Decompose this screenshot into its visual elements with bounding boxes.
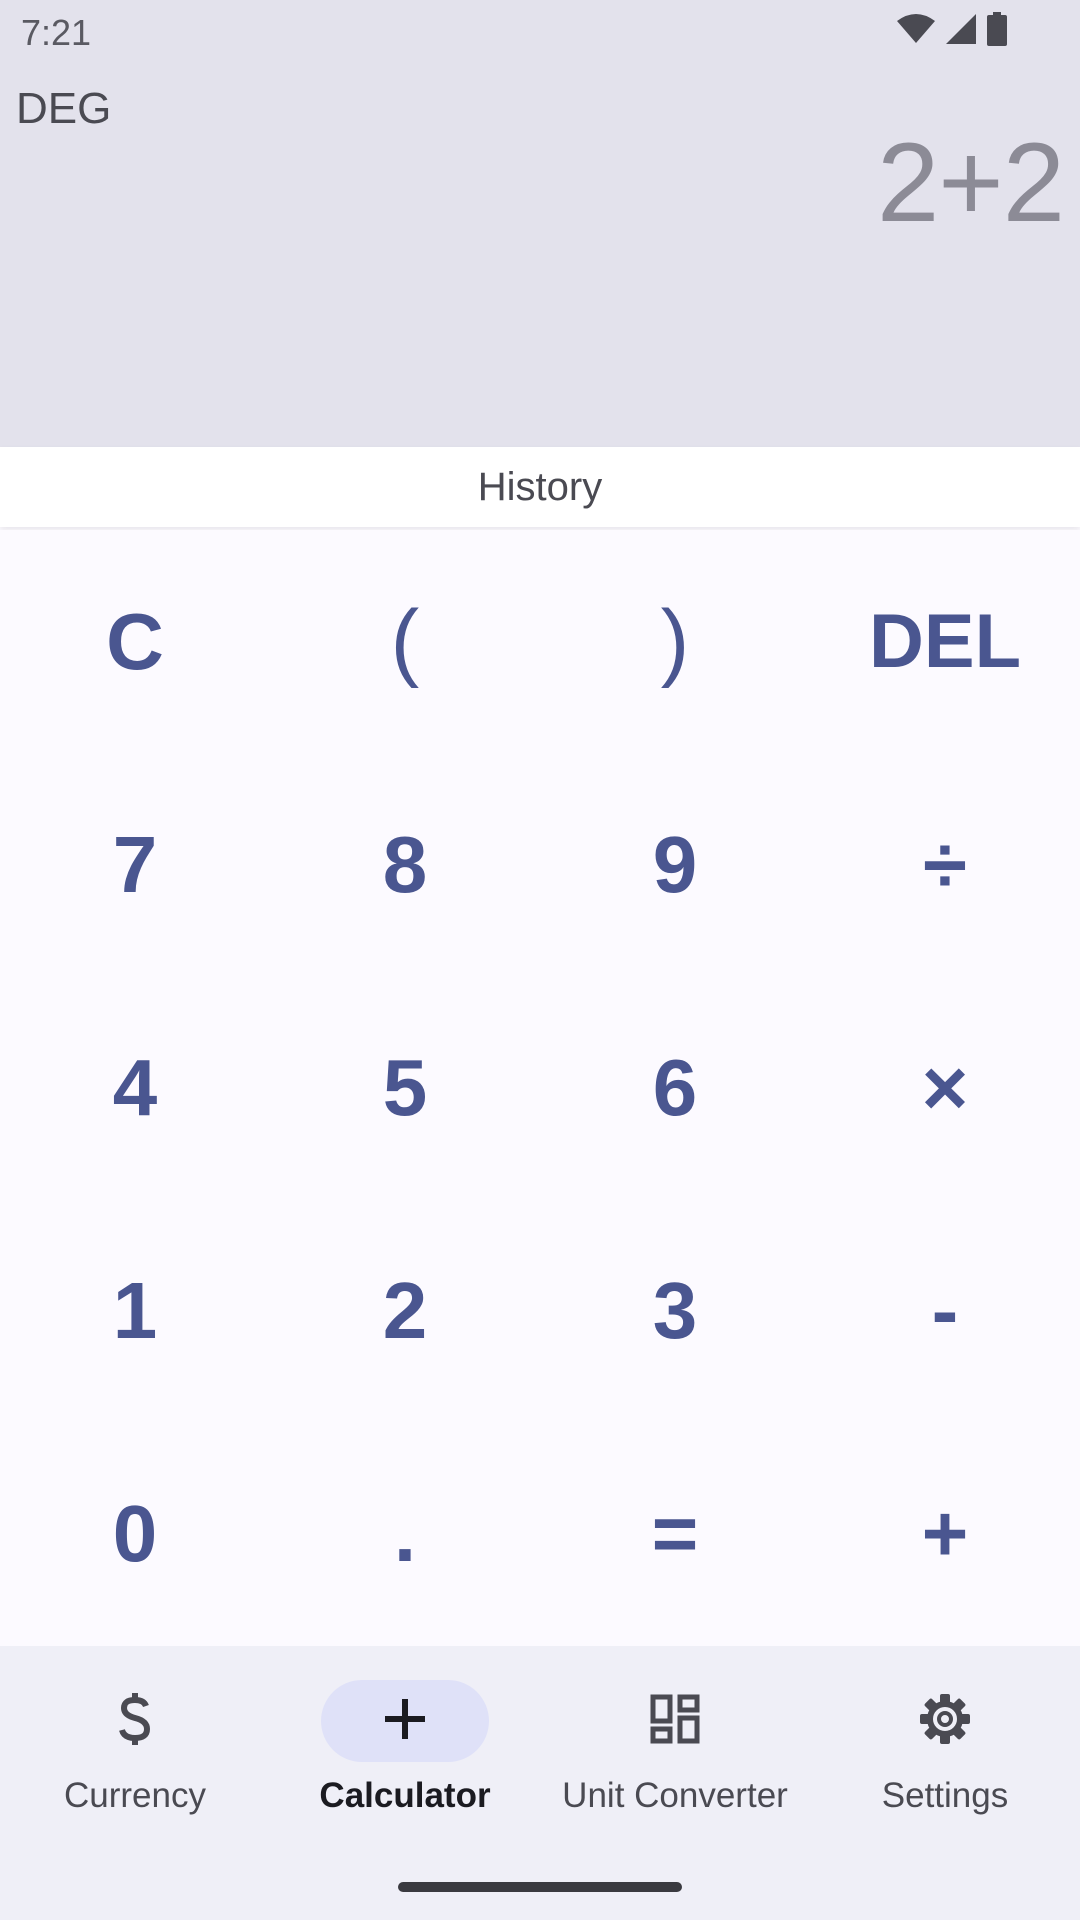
digit-2-button[interactable]: 2	[270, 1199, 540, 1422]
delete-button[interactable]: DEL	[810, 530, 1080, 753]
dollar-icon	[113, 1692, 157, 1751]
history-label: History	[477, 464, 603, 509]
nav-label-settings: Settings	[881, 1776, 1009, 1815]
subtract-button[interactable]: -	[810, 1199, 1080, 1422]
status-icons	[896, 11, 1008, 51]
dashboard-icon	[650, 1694, 700, 1749]
battery-icon	[986, 11, 1008, 51]
decimal-button[interactable]: .	[270, 1422, 540, 1645]
nav-pill	[591, 1680, 759, 1762]
digit-8-button[interactable]: 8	[270, 753, 540, 976]
digit-4-button[interactable]: 4	[0, 976, 270, 1199]
open-paren-button[interactable]: (	[270, 530, 540, 753]
nav-item-currency[interactable]: Currency	[0, 1646, 270, 1836]
nav-pill-active	[321, 1680, 489, 1762]
gear-icon	[918, 1692, 972, 1751]
nav-item-settings[interactable]: Settings	[810, 1646, 1080, 1836]
digit-3-button[interactable]: 3	[540, 1199, 810, 1422]
history-button[interactable]: History	[0, 447, 1080, 527]
digit-6-button[interactable]: 6	[540, 976, 810, 1199]
status-time: 7:21	[21, 12, 92, 53]
keypad: C ( ) DEL 7 8 9 ÷ 4 5 6 × 1 2 3 - 0 . = …	[0, 530, 1080, 1646]
plus-icon	[384, 1698, 426, 1745]
digit-9-button[interactable]: 9	[540, 753, 810, 976]
nav-label-unit-converter: Unit Converter	[562, 1776, 788, 1815]
calculator-screen: 7:21 DEG 2+2 History C ( ) DEL 7 8 9 ÷ 4…	[0, 0, 1080, 1920]
gesture-handle[interactable]	[398, 1882, 682, 1892]
expression-display[interactable]: 2+2	[877, 118, 1065, 247]
multiply-button[interactable]: ×	[810, 976, 1080, 1199]
nav-item-unit-converter[interactable]: Unit Converter	[540, 1646, 810, 1836]
clear-button[interactable]: C	[0, 530, 270, 753]
divide-button[interactable]: ÷	[810, 753, 1080, 976]
status-bar: 7:21	[0, 0, 1080, 62]
angle-mode-toggle[interactable]: DEG	[16, 84, 111, 134]
digit-0-button[interactable]: 0	[0, 1422, 270, 1645]
display-area: 7:21 DEG 2+2	[0, 0, 1080, 447]
digit-1-button[interactable]: 1	[0, 1199, 270, 1422]
cell-signal-icon	[944, 13, 978, 50]
nav-item-calculator[interactable]: Calculator	[270, 1646, 540, 1836]
nav-pill	[51, 1680, 219, 1762]
nav-label-currency: Currency	[64, 1776, 206, 1815]
digit-5-button[interactable]: 5	[270, 976, 540, 1199]
digit-7-button[interactable]: 7	[0, 753, 270, 976]
bottom-navigation: Currency Calculator Unit Converter Setti…	[0, 1646, 1080, 1920]
nav-pill	[861, 1680, 1029, 1762]
close-paren-button[interactable]: )	[540, 530, 810, 753]
add-button[interactable]: +	[810, 1422, 1080, 1645]
nav-label-calculator: Calculator	[319, 1776, 491, 1815]
equals-button[interactable]: =	[540, 1422, 810, 1645]
wifi-icon	[896, 13, 936, 50]
